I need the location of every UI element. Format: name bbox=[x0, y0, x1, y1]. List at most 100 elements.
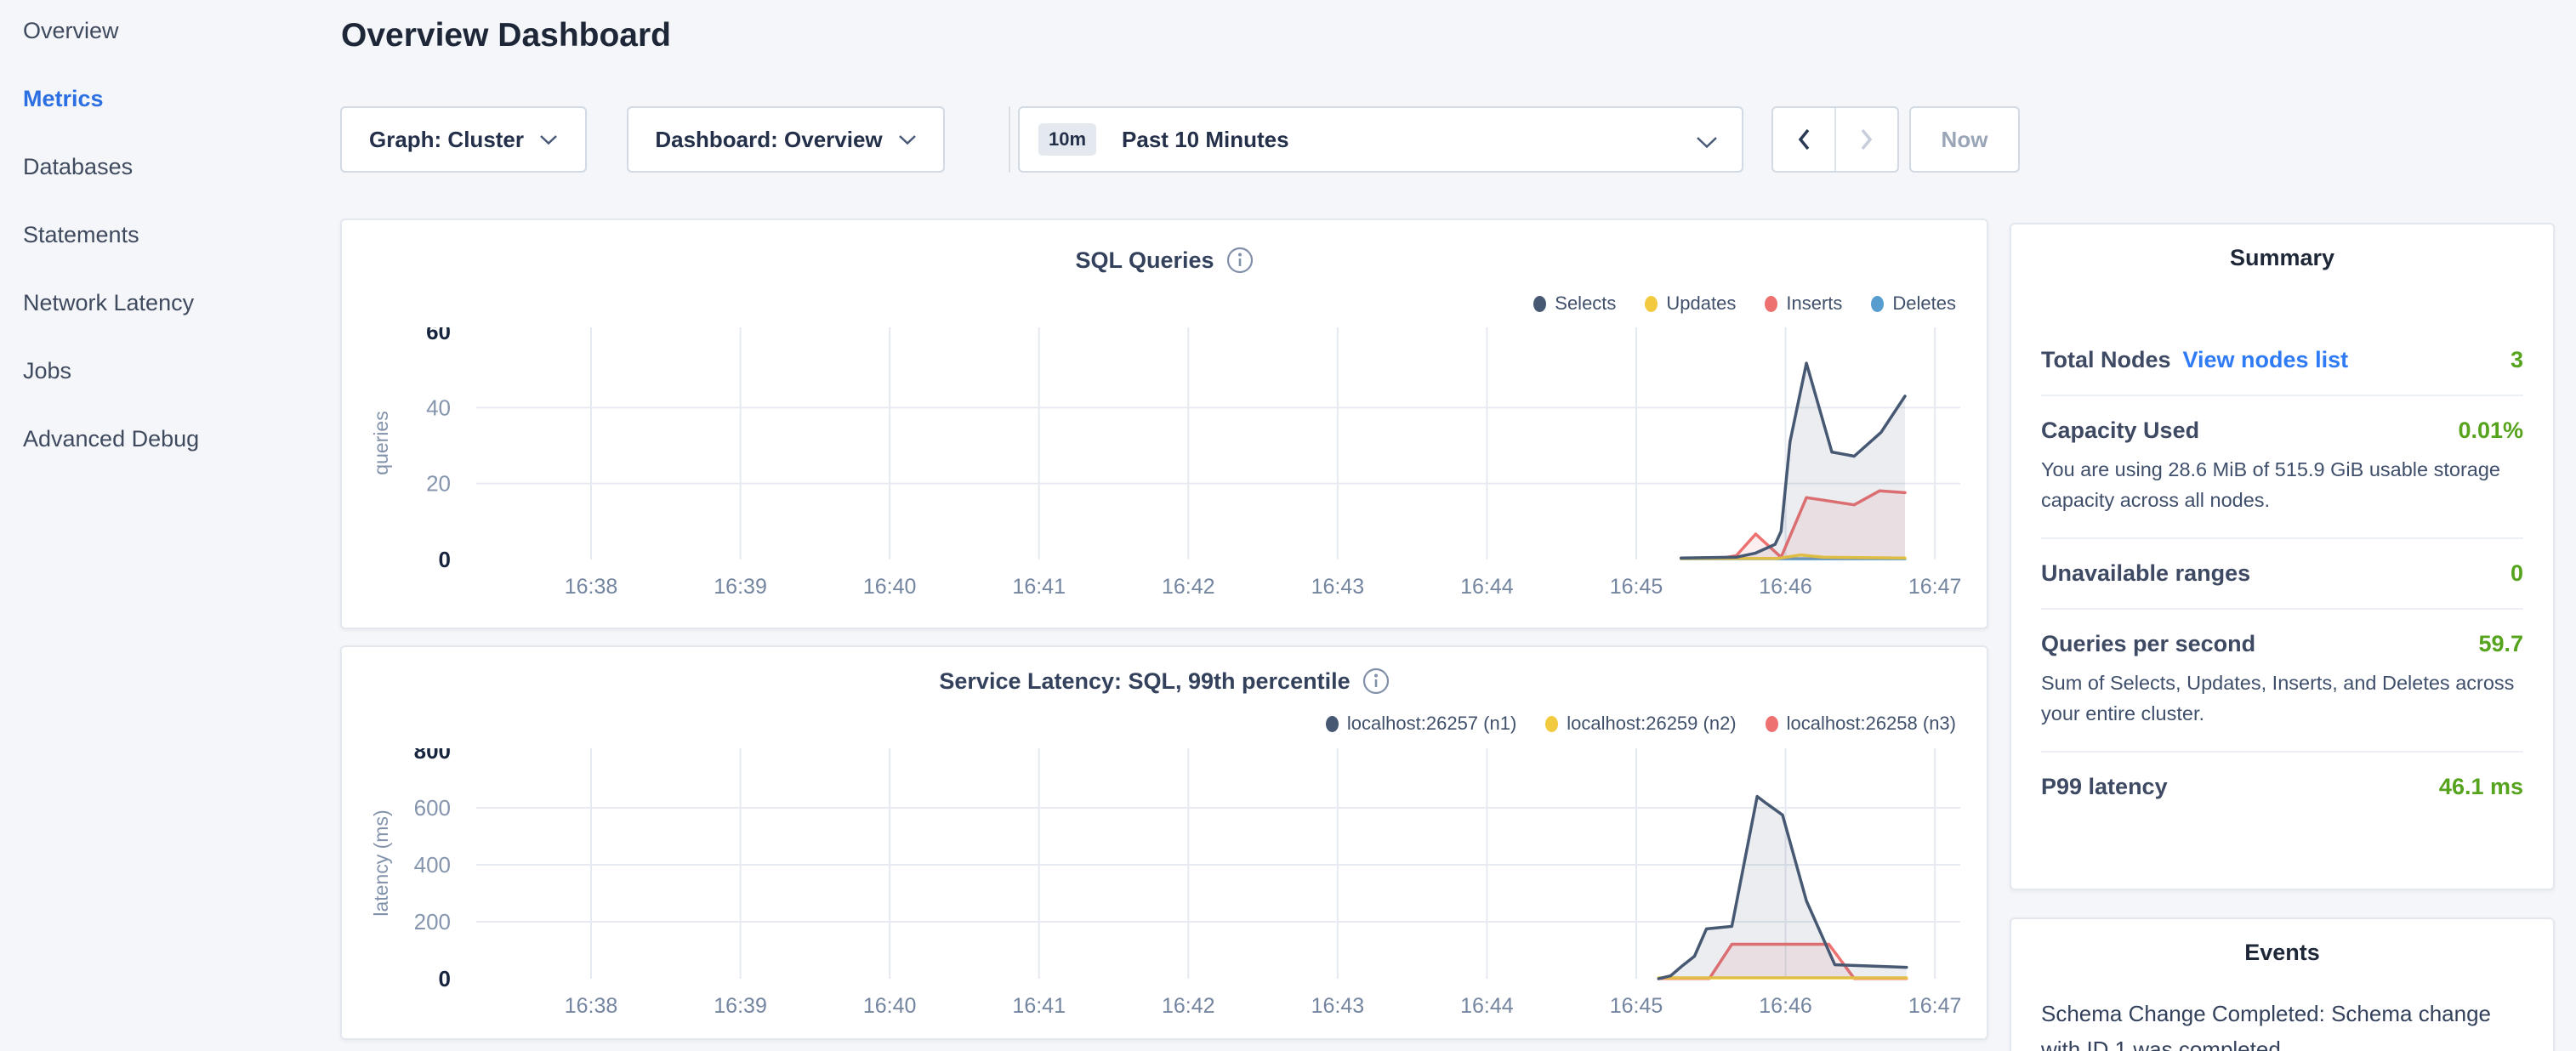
legend-dot-icon bbox=[1645, 296, 1658, 312]
sidebar: Overview Metrics Databases Statements Ne… bbox=[0, 0, 340, 1051]
time-step-forward-button[interactable] bbox=[1836, 108, 1897, 171]
legend-label: Selects bbox=[1555, 293, 1616, 315]
legend-label: localhost:26257 (n1) bbox=[1347, 713, 1516, 735]
summary-row-value: 0 bbox=[2511, 560, 2523, 587]
summary-row-value: 46.1 ms bbox=[2439, 774, 2523, 800]
legend-item[interactable]: localhost:26259 (n2) bbox=[1545, 713, 1736, 735]
summary-rows: Total Nodes View nodes list 3 Capacity Us… bbox=[2041, 326, 2523, 821]
sidebar-item-databases[interactable]: Databases bbox=[23, 150, 340, 184]
y-axis-tick-label: 200 bbox=[414, 909, 451, 935]
time-step-back-button[interactable] bbox=[1773, 108, 1836, 171]
legend-dot-icon bbox=[1545, 716, 1558, 732]
sidebar-item-advanced-debug[interactable]: Advanced Debug bbox=[23, 422, 340, 456]
summary-row-label: Queries per second bbox=[2041, 631, 2255, 657]
time-range-label: Past 10 Minutes bbox=[1122, 127, 1289, 153]
summary-row-label: Capacity Used bbox=[2041, 418, 2199, 444]
x-axis-tick-label: 16:42 bbox=[1162, 994, 1215, 1018]
x-axis-tick-label: 16:39 bbox=[714, 575, 767, 599]
sidebar-item-network-latency[interactable]: Network Latency bbox=[23, 286, 340, 320]
summary-row-value: 59.7 bbox=[2478, 631, 2523, 657]
time-step-buttons bbox=[1771, 106, 1899, 173]
legend-item[interactable]: Deletes bbox=[1871, 293, 1956, 315]
service-latency-chart-plot[interactable]: 020040060080016:3816:3916:4016:4116:4216… bbox=[374, 748, 1973, 1019]
sidebar-item-jobs[interactable]: Jobs bbox=[23, 354, 340, 388]
series-area bbox=[1681, 363, 1905, 560]
x-axis-tick-label: 16:38 bbox=[565, 994, 618, 1018]
x-axis-tick-label: 16:46 bbox=[1759, 575, 1812, 599]
x-axis-tick-label: 16:40 bbox=[863, 575, 917, 599]
summary-row-unavailable-ranges: Unavailable ranges 0 bbox=[2041, 539, 2523, 610]
legend-item[interactable]: Inserts bbox=[1765, 293, 1842, 315]
info-icon[interactable] bbox=[1226, 247, 1254, 274]
toolbar-divider bbox=[1009, 106, 1010, 173]
chevron-down-icon bbox=[1696, 136, 1718, 149]
legend-dot-icon bbox=[1871, 296, 1884, 312]
chart-title-text: Service Latency: SQL, 99th percentile bbox=[939, 668, 1350, 695]
x-axis-tick-label: 16:43 bbox=[1311, 575, 1365, 599]
summary-panel: Summary Total Nodes View nodes list 3 Cap… bbox=[2010, 223, 2555, 890]
summary-row-total-nodes: Total Nodes View nodes list 3 bbox=[2041, 326, 2523, 396]
x-axis-tick-label: 16:45 bbox=[1610, 994, 1663, 1018]
y-axis-tick-label: 800 bbox=[414, 748, 451, 764]
sidebar-item-overview[interactable]: Overview bbox=[23, 14, 340, 48]
summary-title: Summary bbox=[2011, 224, 2553, 271]
legend-label: localhost:26259 (n2) bbox=[1567, 713, 1736, 735]
x-axis-tick-label: 16:40 bbox=[863, 994, 917, 1018]
events-title: Events bbox=[2011, 919, 2553, 966]
event-item: Schema Change Completed: Schema change w… bbox=[2041, 997, 2523, 1051]
graph-dropdown-label: Graph: Cluster bbox=[369, 127, 524, 153]
view-nodes-list-link[interactable]: View nodes list bbox=[2183, 347, 2349, 372]
y-axis-tick-label: 400 bbox=[414, 852, 451, 878]
y-axis-tick-label: 20 bbox=[426, 471, 451, 497]
legend-label: Updates bbox=[1666, 293, 1736, 315]
admin-ui-root: Overview Metrics Databases Statements Ne… bbox=[0, 0, 2576, 1051]
summary-row-value: 3 bbox=[2511, 347, 2523, 373]
legend-item[interactable]: Updates bbox=[1645, 293, 1736, 315]
x-axis-tick-label: 16:44 bbox=[1460, 994, 1514, 1018]
time-range-selector[interactable]: 10m Past 10 Minutes bbox=[1018, 106, 1743, 173]
legend-label: Deletes bbox=[1892, 293, 1956, 315]
summary-row-description: Sum of Selects, Updates, Inserts, and De… bbox=[2041, 668, 2523, 730]
x-axis-tick-label: 16:41 bbox=[1012, 994, 1066, 1018]
y-axis-tick-label: 40 bbox=[426, 395, 451, 420]
y-axis-tick-label: 0 bbox=[439, 966, 451, 991]
summary-row-capacity-used: Capacity Used 0.01% You are using 28.6 M… bbox=[2041, 396, 2523, 539]
chevron-down-icon bbox=[539, 134, 558, 145]
x-axis-tick-label: 16:41 bbox=[1012, 575, 1066, 599]
chevron-down-icon bbox=[898, 134, 917, 145]
legend-dot-icon bbox=[1765, 296, 1777, 312]
now-button[interactable]: Now bbox=[1909, 106, 2020, 173]
summary-row-description: You are using 28.6 MiB of 515.9 GiB usab… bbox=[2041, 454, 2523, 516]
legend-item[interactable]: Selects bbox=[1533, 293, 1616, 315]
x-axis-tick-label: 16:47 bbox=[1908, 575, 1962, 599]
x-axis-tick-label: 16:42 bbox=[1162, 575, 1215, 599]
service-latency-legend: localhost:26257 (n1) localhost:26259 (n2)… bbox=[374, 713, 1956, 735]
summary-row-label: Unavailable ranges bbox=[2041, 560, 2250, 587]
chevron-left-icon bbox=[1794, 127, 1813, 152]
sql-queries-chart-plot[interactable]: 0 20 40 60 16:38 16:39 16:40 16:41 16:42 16:43 16:… bbox=[374, 327, 1973, 599]
y-axis-tick-label: 600 bbox=[414, 795, 451, 821]
dashboard-dropdown-label: Dashboard: Overview bbox=[655, 127, 882, 153]
sidebar-item-statements[interactable]: Statements bbox=[23, 218, 340, 252]
summary-row-p99-latency: P99 latency 46.1 ms bbox=[2041, 753, 2523, 821]
sql-queries-chart-title: SQL Queries bbox=[340, 247, 1988, 274]
x-axis-tick-label: 16:38 bbox=[565, 575, 618, 599]
x-axis-tick-label: 16:43 bbox=[1311, 994, 1365, 1018]
time-range-badge: 10m bbox=[1038, 123, 1096, 156]
y-axis-tick-label: 0 bbox=[439, 547, 451, 572]
legend-dot-icon bbox=[1766, 716, 1778, 732]
info-icon[interactable] bbox=[1362, 668, 1390, 695]
graph-dropdown[interactable]: Graph: Cluster bbox=[340, 106, 587, 173]
legend-item[interactable]: localhost:26258 (n3) bbox=[1766, 713, 1956, 735]
chevron-right-icon bbox=[1857, 127, 1876, 152]
y-axis-tick-label: 60 bbox=[426, 327, 451, 344]
legend-label: Inserts bbox=[1786, 293, 1842, 315]
x-axis-tick-label: 16:46 bbox=[1759, 994, 1812, 1018]
page-title: Overview Dashboard bbox=[341, 17, 671, 54]
legend-item[interactable]: localhost:26257 (n1) bbox=[1326, 713, 1516, 735]
sidebar-item-metrics[interactable]: Metrics bbox=[23, 82, 340, 116]
summary-row-label: Total Nodes bbox=[2041, 347, 2171, 372]
dashboard-dropdown[interactable]: Dashboard: Overview bbox=[627, 106, 945, 173]
sql-queries-legend: Selects Updates Inserts Deletes bbox=[374, 293, 1956, 315]
x-axis-tick-label: 16:47 bbox=[1908, 994, 1962, 1018]
